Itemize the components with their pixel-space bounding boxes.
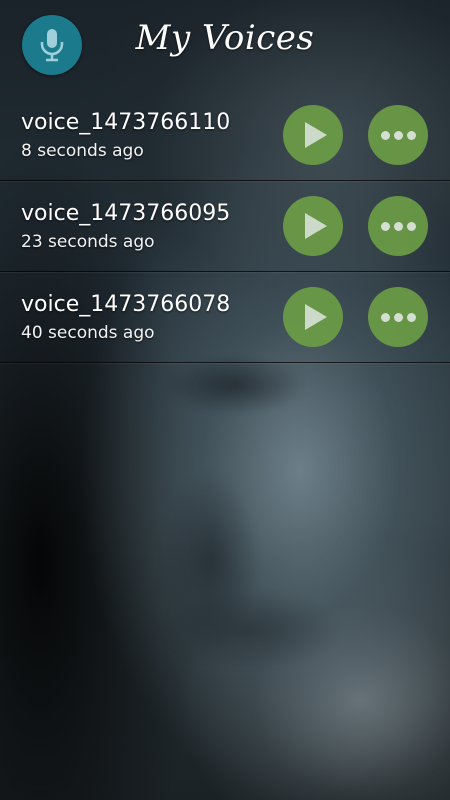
play-button[interactable] bbox=[283, 105, 343, 165]
top-bar: My Voices bbox=[0, 0, 450, 90]
recordings-list: voice_1473766110 8 seconds ago voice_147… bbox=[0, 90, 450, 363]
play-icon bbox=[304, 122, 327, 148]
play-icon bbox=[304, 304, 327, 330]
more-options-icon bbox=[380, 221, 416, 231]
recording-time: 8 seconds ago bbox=[21, 141, 144, 161]
recording-name: voice_1473766095 bbox=[21, 201, 231, 226]
recording-time: 23 seconds ago bbox=[21, 232, 155, 252]
more-options-button[interactable] bbox=[368, 196, 428, 256]
more-options-icon bbox=[380, 312, 416, 322]
list-item[interactable]: voice_1473766095 23 seconds ago bbox=[0, 181, 450, 272]
recording-name: voice_1473766078 bbox=[21, 292, 231, 317]
more-options-button[interactable] bbox=[368, 105, 428, 165]
more-options-button[interactable] bbox=[368, 287, 428, 347]
play-button[interactable] bbox=[283, 287, 343, 347]
page-title: My Voices bbox=[135, 18, 315, 58]
list-item[interactable]: voice_1473766110 8 seconds ago bbox=[0, 90, 450, 181]
list-item[interactable]: voice_1473766078 40 seconds ago bbox=[0, 272, 450, 363]
play-icon bbox=[304, 213, 327, 239]
more-options-icon bbox=[380, 130, 416, 140]
recording-time: 40 seconds ago bbox=[21, 323, 155, 343]
recording-name: voice_1473766110 bbox=[21, 110, 231, 135]
play-button[interactable] bbox=[283, 196, 343, 256]
app-screen: My Voices voice_1473766110 8 seconds ago… bbox=[0, 0, 450, 800]
